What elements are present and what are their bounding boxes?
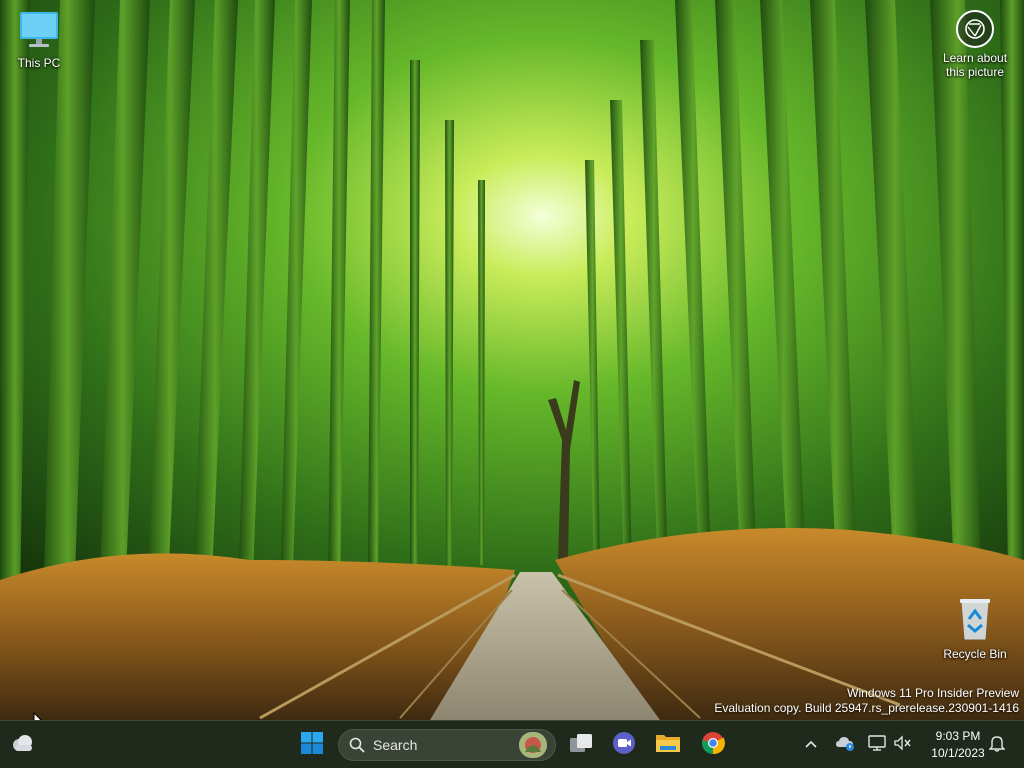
folder-icon xyxy=(655,732,681,759)
task-view-button[interactable] xyxy=(563,727,599,763)
watermark-line2: Evaluation copy. Build 25947.rs_prerelea… xyxy=(714,701,1019,715)
bell-icon xyxy=(988,734,1006,757)
search-highlight-image-icon xyxy=(519,732,547,758)
learn-label-line2: this picture xyxy=(945,65,1005,79)
widgets-button[interactable] xyxy=(5,727,41,763)
desktop-icon-recycle-bin[interactable]: Recycle Bin xyxy=(939,597,1011,661)
network-button[interactable] xyxy=(864,727,890,763)
watermark-line1: Windows 11 Pro Insider Preview xyxy=(847,686,1019,700)
video-camera-icon xyxy=(612,731,636,760)
search-label: Search xyxy=(373,737,418,753)
ethernet-monitor-icon xyxy=(868,734,886,756)
file-explorer-button[interactable] xyxy=(650,727,686,763)
show-hidden-icons-button[interactable] xyxy=(796,727,826,763)
desktop-icon-label: This PC xyxy=(17,56,61,70)
learn-about-picture-button[interactable]: Learn about this picture xyxy=(936,10,1014,79)
chrome-button[interactable] xyxy=(695,727,731,763)
chevron-up-icon xyxy=(804,736,818,754)
monitor-icon xyxy=(17,12,61,53)
onedrive-tray-button[interactable] xyxy=(832,727,858,763)
windows-logo-icon xyxy=(300,731,324,760)
chrome-icon xyxy=(701,731,726,760)
build-watermark: Windows 11 Pro Insider Preview Evaluatio… xyxy=(714,686,1019,716)
learn-label-line1: Learn about xyxy=(942,51,1008,65)
desktop-wallpaper xyxy=(0,0,1024,720)
search-icon xyxy=(349,737,365,753)
desktop-icon-this-pc[interactable]: This PC xyxy=(3,10,75,70)
notifications-button[interactable] xyxy=(984,727,1010,763)
recycle-bin-icon xyxy=(955,599,995,644)
taskbar: Search 9:03 PM 10/1/2023 xyxy=(0,720,1024,768)
onedrive-cloud-icon xyxy=(835,735,855,756)
camera-aperture-icon xyxy=(956,10,994,48)
meet-button[interactable] xyxy=(606,727,642,763)
volume-button[interactable] xyxy=(890,727,916,763)
start-button[interactable] xyxy=(294,727,330,763)
task-view-icon xyxy=(569,732,593,759)
weather-cloud-icon xyxy=(10,732,36,759)
speaker-muted-icon xyxy=(894,734,912,756)
taskbar-search-box[interactable]: Search xyxy=(338,729,556,761)
desktop-icon-label: Recycle Bin xyxy=(943,647,1007,661)
